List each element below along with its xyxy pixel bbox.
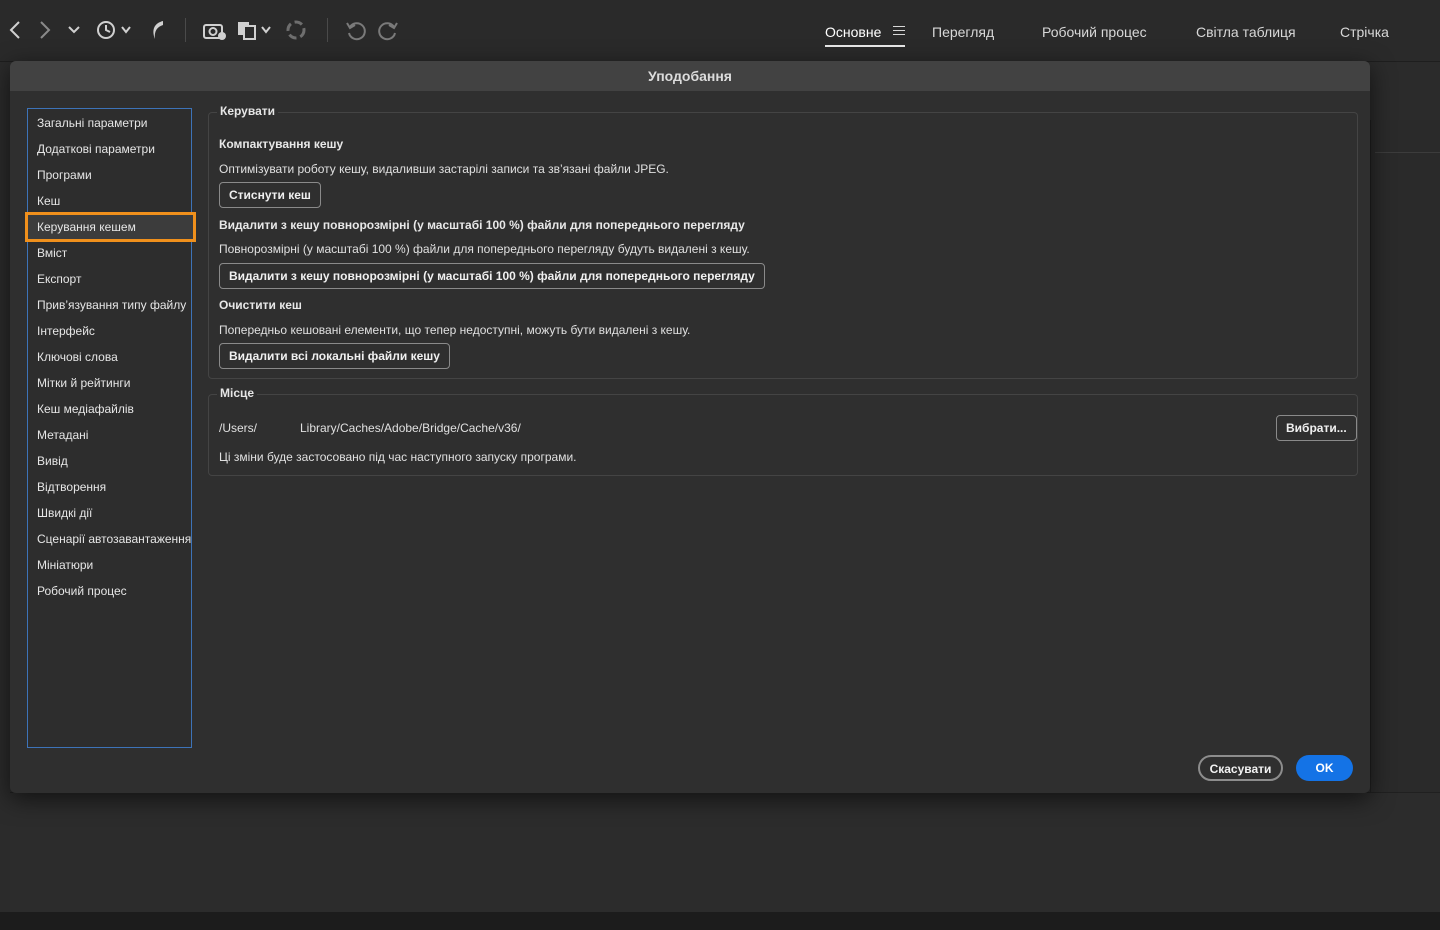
refine-icon[interactable]	[284, 16, 308, 44]
nav-item-general[interactable]: Загальні параметри	[28, 111, 193, 135]
purge-full-previews-description: Повнорозмірні (у масштабі 100 %) файли д…	[219, 242, 750, 256]
clear-cache-title: Очистити кеш	[219, 298, 302, 312]
background-status-strip	[0, 912, 1440, 930]
workspace-tab-light-table[interactable]: Світла таблиця	[1196, 24, 1296, 40]
cache-path-prefix: /Users/	[219, 421, 258, 435]
ok-button[interactable]: OK	[1296, 755, 1353, 781]
nav-item-advanced[interactable]: Додаткові параметри	[28, 137, 193, 161]
nav-item-labels-ratings[interactable]: Мітки й рейтинги	[28, 371, 193, 395]
location-group: Місце /Users/ Library/Caches/Adobe/Bridg…	[208, 386, 1358, 476]
workspace-tab-workflow[interactable]: Робочий процес	[1042, 24, 1147, 40]
back-icon[interactable]	[6, 16, 24, 44]
nav-item-metadata[interactable]: Метадані	[28, 423, 193, 447]
nav-item-thumbnails[interactable]: Мініатюри	[28, 553, 193, 577]
camera-import-icon[interactable]	[202, 16, 228, 44]
active-tab-underline	[825, 45, 905, 47]
workspace-tab-essentials[interactable]: Основне	[825, 24, 881, 40]
nav-item-content[interactable]: Вміст	[28, 241, 193, 265]
workspace-tab-filmstrip[interactable]: Стрічка	[1340, 24, 1389, 40]
chevron-down-icon[interactable]	[66, 16, 82, 44]
compact-cache-title: Компактування кешу	[219, 137, 344, 151]
manage-group-legend: Керувати	[217, 104, 278, 118]
nav-item-cache-management[interactable]: Керування кешем	[25, 212, 196, 242]
recent-history-icon[interactable]	[94, 16, 134, 44]
app-toolbar: Основне Перегляд Робочий процес Світла т…	[0, 0, 1440, 62]
nav-item-keywords[interactable]: Ключові слова	[28, 345, 193, 369]
rotate-left-icon[interactable]	[344, 16, 368, 44]
clear-cache-description: Попередньо кешовані елементи, що тепер н…	[219, 323, 691, 337]
forward-icon[interactable]	[36, 16, 54, 44]
background-panel-bottom	[10, 792, 1440, 912]
nav-item-workflow[interactable]: Робочий процес	[28, 579, 193, 603]
compact-cache-description: Оптимізувати роботу кешу, видаливши заст…	[219, 162, 669, 176]
nav-item-media-cache[interactable]: Кеш медіафайлів	[28, 397, 193, 421]
dialog-title: Уподобання	[10, 61, 1370, 91]
nav-item-file-type-association[interactable]: Прив’язування типу файлу	[28, 293, 193, 317]
cancel-button[interactable]: Скасувати	[1198, 755, 1283, 781]
nav-item-export[interactable]: Експорт	[28, 267, 193, 291]
purge-local-cache-button[interactable]: Видалити всі локальні файли кешу	[219, 343, 450, 369]
boomerang-icon[interactable]	[146, 16, 168, 44]
compact-cache-button[interactable]: Стиснути кеш	[219, 182, 321, 208]
nav-item-quick-actions[interactable]: Швидкі дії	[28, 501, 193, 525]
purge-full-previews-title: Видалити з кешу повнорозмірні (у масштаб…	[219, 218, 745, 232]
restart-note: Ці зміни буде застосовано під час наступ…	[219, 450, 577, 464]
nav-item-interface[interactable]: Інтерфейс	[28, 319, 193, 343]
nav-item-cache[interactable]: Кеш	[28, 189, 193, 213]
workspace-menu-icon[interactable]	[893, 26, 905, 38]
nav-item-output[interactable]: Вивід	[28, 449, 193, 473]
purge-full-previews-button[interactable]: Видалити з кешу повнорозмірні (у масштаб…	[219, 263, 765, 289]
background-divider	[1375, 152, 1440, 153]
workspace-tab-preview[interactable]: Перегляд	[932, 24, 994, 40]
choose-location-button[interactable]: Вибрати...	[1276, 415, 1357, 441]
rotate-right-icon[interactable]	[376, 16, 400, 44]
cache-path-suffix: Library/Caches/Adobe/Bridge/Cache/v36/	[300, 421, 521, 435]
location-group-legend: Місце	[217, 386, 258, 400]
nav-item-startup-scripts[interactable]: Сценарії автозавантаження	[28, 527, 193, 551]
nav-item-applications[interactable]: Програми	[28, 163, 193, 187]
copy-icon[interactable]	[236, 16, 276, 44]
nav-item-playback[interactable]: Відтворення	[28, 475, 193, 499]
preferences-nav-list: Загальні параметри Додаткові параметри П…	[25, 108, 196, 748]
preferences-dialog: Уподобання Загальні параметри Додаткові …	[10, 61, 1370, 793]
toolbar-separator	[327, 18, 328, 42]
toolbar-separator	[185, 18, 186, 42]
manage-group: Керувати Компактування кешу Оптимізувати…	[208, 104, 1358, 379]
